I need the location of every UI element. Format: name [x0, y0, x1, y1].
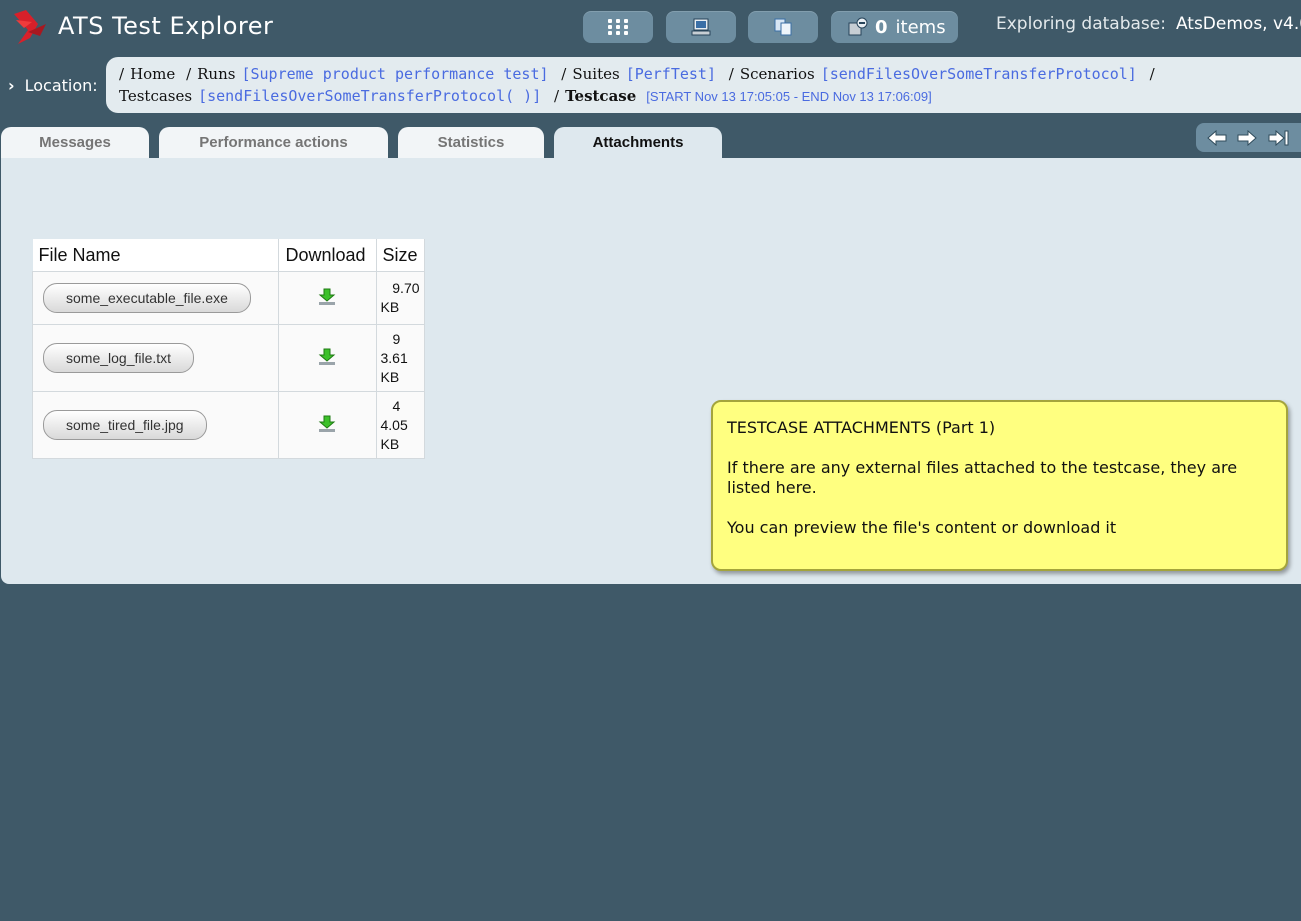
tooltip-text: If there are any external files attached… [727, 458, 1238, 497]
table-row: some_log_file.txt 9 3.61 KB [32, 324, 425, 392]
column-header-download: Download [278, 239, 377, 272]
tooltip-text: You can preview the file's content or do… [727, 518, 1117, 537]
items-label: items [895, 16, 946, 38]
items-count: 0 [875, 16, 888, 38]
file-preview-button[interactable]: some_log_file.txt [43, 343, 195, 373]
breadcrumb-suites[interactable]: Suites [572, 65, 619, 83]
tour-navigation [1196, 123, 1301, 152]
breadcrumb: / Home / Runs [Supreme product performance … [106, 57, 1301, 113]
attachments-table: File Name Download Size some_executable_… [32, 239, 425, 459]
apps-grid-icon [608, 19, 628, 35]
header: ATS Test Explorer 0 items Exploring data… [0, 0, 1301, 56]
breadcrumb-runs[interactable]: Runs [197, 65, 235, 83]
time-range: [START Nov 13 17:05:05 - END Nov 13 17:0… [646, 89, 932, 104]
file-size: 9 3.61 KB [375, 324, 425, 392]
breadcrumb-testcases[interactable]: Testcases [119, 87, 192, 105]
app-title: ATS Test Explorer [58, 12, 274, 40]
column-header-file-name: File Name [32, 239, 279, 272]
tab-messages[interactable]: Messages [1, 127, 149, 158]
table-row: some_tired_file.jpg 4 4.05 KB [32, 391, 425, 459]
copy-button[interactable] [748, 11, 818, 43]
file-size: 4 4.05 KB [375, 391, 425, 459]
computer-icon [691, 18, 711, 36]
location-toggle[interactable]: › Location: [8, 76, 98, 95]
tab-statistics[interactable]: Statistics [398, 127, 544, 158]
database-label: Exploring database: [996, 14, 1166, 34]
file-size: 9.70 KB [375, 271, 425, 325]
location-label: Location: [24, 76, 98, 95]
items-icon [848, 17, 868, 36]
database-value: AtsDemos, v4.0.2 [1175, 14, 1301, 34]
tooltip-title: TESTCASE ATTACHMENTS (Part 1) [727, 418, 996, 437]
download-icon[interactable] [318, 348, 336, 366]
tour-tooltip: TESTCASE ATTACHMENTS (Part 1) If there a… [711, 400, 1288, 571]
breadcrumb-testcases-value[interactable]: [sendFilesOverSomeTransferProtocol( )] [198, 87, 541, 105]
chevron-right-icon: › [8, 76, 15, 95]
column-header-size: Size [376, 239, 425, 272]
file-preview-button[interactable]: some_executable_file.exe [43, 283, 251, 313]
breadcrumb-scenarios-value[interactable]: [sendFilesOverSomeTransferProtocol] [821, 65, 1137, 83]
tab-attachments[interactable]: Attachments [554, 127, 722, 158]
file-preview-button[interactable]: some_tired_file.jpg [43, 410, 207, 440]
apps-button[interactable] [583, 11, 653, 43]
ats-logo-icon [14, 10, 46, 44]
tab-performance-actions[interactable]: Performance actions [159, 127, 388, 158]
arrow-end-icon[interactable] [1268, 129, 1290, 146]
arrow-left-icon[interactable] [1207, 129, 1227, 146]
items-button[interactable]: 0 items [831, 11, 958, 43]
download-icon[interactable] [318, 288, 336, 306]
download-icon[interactable] [318, 415, 336, 433]
breadcrumb-home[interactable]: Home [130, 65, 175, 83]
computer-button[interactable] [666, 11, 736, 43]
breadcrumb-suites-value[interactable]: [PerfTest] [626, 65, 716, 83]
breadcrumb-scenarios[interactable]: Scenarios [740, 65, 815, 83]
copy-icon [774, 18, 792, 36]
arrow-right-icon[interactable] [1237, 129, 1258, 146]
breadcrumb-current: Testcase [565, 87, 637, 105]
table-row: some_executable_file.exe 9.70 KB [32, 271, 425, 325]
breadcrumb-runs-value[interactable]: [Supreme product performance test] [241, 65, 548, 83]
database-info: Exploring database: AtsDemos, v4.0.2 [996, 14, 1301, 34]
